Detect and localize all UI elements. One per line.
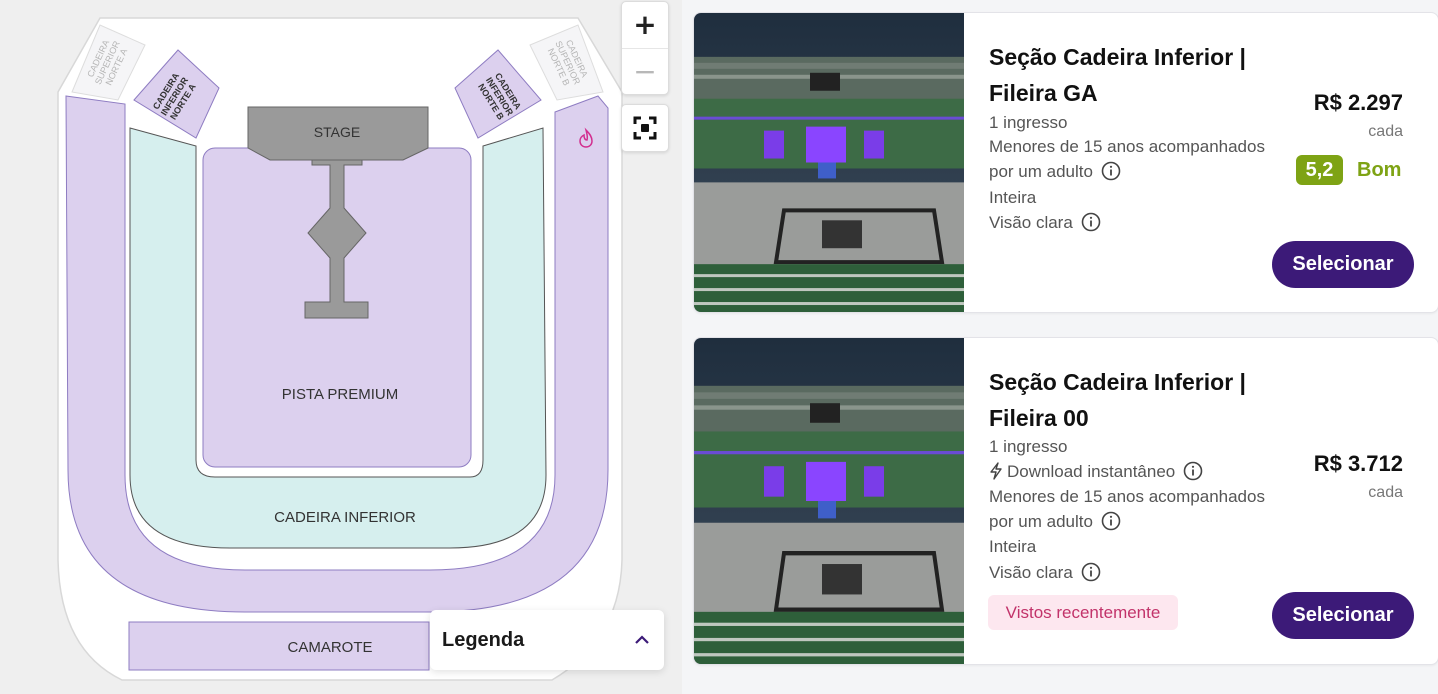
listing-title: Seção Cadeira Inferior | Fileira 00 xyxy=(989,369,1246,431)
info-icon[interactable] xyxy=(1101,511,1121,531)
listing-card[interactable]: Seção Cadeira Inferior | Fileira 00 1 in… xyxy=(693,337,1438,665)
chevron-up-icon xyxy=(634,635,650,645)
minors-note: Menores de 15 anos acompanhados xyxy=(989,487,1265,506)
legend-toggle[interactable]: Legenda xyxy=(430,610,664,670)
score-badge: 5,2 xyxy=(1296,155,1343,185)
legend-title: Legenda xyxy=(442,628,525,651)
score-label: Bom xyxy=(1357,159,1402,181)
view-quality: Visão clara xyxy=(989,212,1101,233)
view-quality: Visão clara xyxy=(989,562,1101,583)
info-icon[interactable] xyxy=(1081,562,1101,582)
seat-view-image xyxy=(694,338,964,664)
venue-map[interactable]: STAGE PISTA PREMIUM CADEIRA INFERIOR CAM… xyxy=(0,0,682,694)
minors-note-cont: por um adulto xyxy=(989,161,1121,182)
ticket-type: Inteira xyxy=(989,188,1037,207)
info-icon[interactable] xyxy=(1081,212,1101,232)
venue-map-panel[interactable]: STAGE PISTA PREMIUM CADEIRA INFERIOR CAM… xyxy=(0,0,682,694)
price: R$ 2.297 xyxy=(1313,90,1403,115)
section-camarote[interactable] xyxy=(128,621,430,671)
minors-note-cont: por um adulto xyxy=(989,511,1121,532)
pista-premium-label: PISTA PREMIUM xyxy=(282,386,398,403)
instant-download: Download instantâneo xyxy=(989,461,1203,482)
seat-view-image xyxy=(694,13,964,312)
camarote-label: CAMAROTE xyxy=(287,639,372,656)
info-icon[interactable] xyxy=(1101,161,1121,181)
listing-card[interactable]: Seção Cadeira Inferior | Fileira GA 1 in… xyxy=(693,12,1438,313)
price: R$ 3.712 xyxy=(1313,451,1403,476)
price-unit: cada xyxy=(1368,484,1403,501)
fit-screen-icon xyxy=(633,116,657,140)
ticket-quantity: 1 ingresso xyxy=(989,437,1068,456)
lightning-icon xyxy=(990,462,1002,480)
zoom-out-button[interactable]: − xyxy=(622,48,668,94)
zoom-in-button[interactable]: + xyxy=(622,2,668,47)
plus-icon: + xyxy=(633,7,657,41)
select-button[interactable]: Selecionar xyxy=(1272,241,1414,288)
ticket-quantity: 1 ingresso xyxy=(989,113,1068,132)
fit-screen-button[interactable] xyxy=(621,104,669,152)
zoom-controls: + − xyxy=(621,1,669,95)
listing-title: Seção Cadeira Inferior | Fileira GA xyxy=(989,44,1246,106)
cadeira-inferior-label: CADEIRA INFERIOR xyxy=(274,509,416,526)
minus-icon: − xyxy=(633,54,657,88)
stage-label: STAGE xyxy=(314,124,360,140)
info-icon[interactable] xyxy=(1183,461,1203,481)
select-button[interactable]: Selecionar xyxy=(1272,592,1414,639)
minors-note: Menores de 15 anos acompanhados xyxy=(989,137,1265,156)
recently-viewed-badge: Vistos recentemente xyxy=(988,595,1178,630)
price-unit: cada xyxy=(1368,123,1403,140)
ticket-type: Inteira xyxy=(989,537,1037,556)
